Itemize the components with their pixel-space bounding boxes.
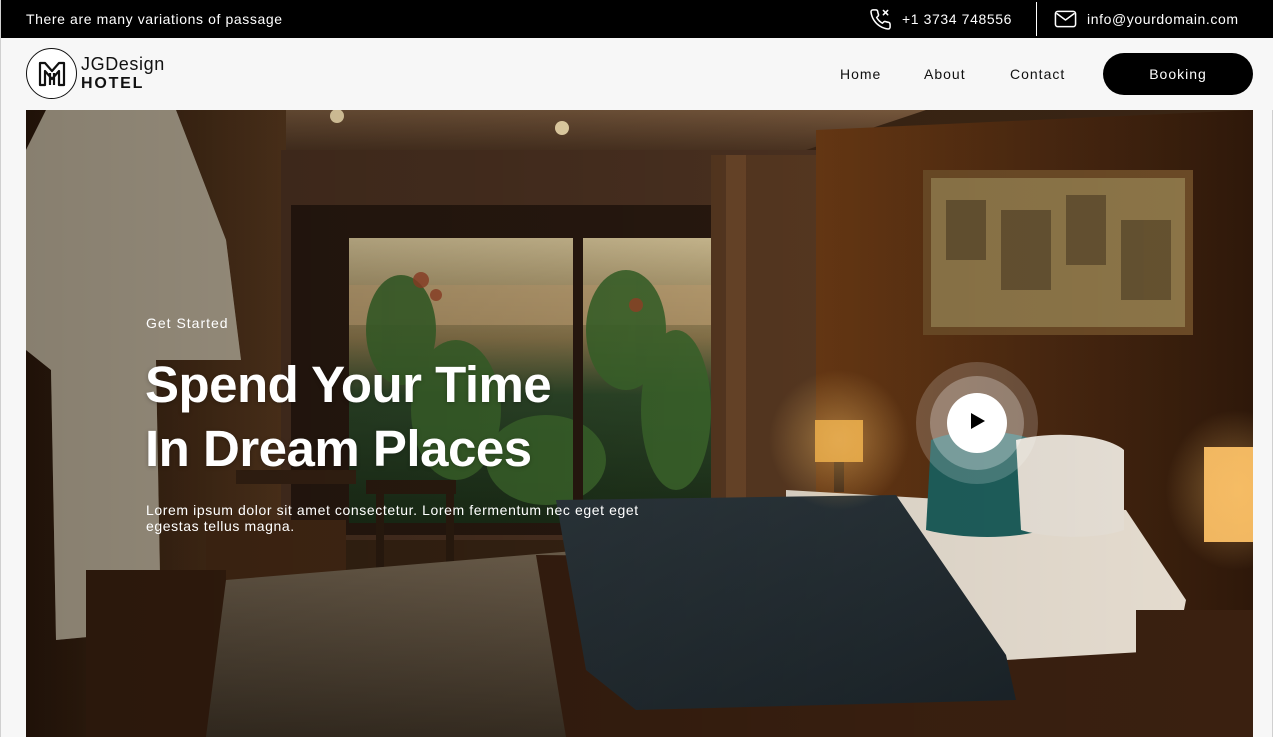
booking-button[interactable]: Booking [1103, 53, 1253, 95]
hero-eyebrow: Get Started [146, 315, 229, 331]
page: There are many variations of passage +1 … [0, 0, 1273, 737]
play-video-button[interactable] [947, 393, 1007, 453]
play-icon [968, 412, 986, 435]
topbar-tagline: There are many variations of passage [26, 11, 283, 27]
topbar-phone-number: +1 3734 748556 [902, 11, 1013, 27]
topbar-phone-link[interactable]: +1 3734 748556 [869, 0, 1012, 38]
mail-icon [1054, 9, 1077, 29]
hero-title: Spend Your Time In Dream Places [145, 353, 705, 481]
nav-home[interactable]: Home [840, 66, 881, 82]
nav-contact[interactable]: Contact [1010, 66, 1065, 82]
hero-description: Lorem ipsum dolor sit amet consectetur. … [146, 502, 639, 534]
phone-icon [869, 8, 892, 31]
hm-monogram-icon [26, 48, 77, 99]
logo[interactable]: JGDesign HOTEL [26, 48, 165, 99]
logo-brand: JGDesign [81, 54, 165, 74]
topbar-divider [1036, 2, 1037, 36]
topbar-email-link[interactable]: info@yourdomain.com [1054, 0, 1239, 38]
hero-section: Get Started Spend Your Time In Dream Pla… [26, 110, 1253, 737]
site-header: JGDesign HOTEL Home About Contact Bookin… [1, 38, 1273, 110]
hero-title-line1: Spend Your Time [145, 356, 552, 413]
logo-subtitle: HOTEL [81, 75, 145, 92]
hero-title-line2: In Dream Places [145, 420, 532, 477]
nav-about[interactable]: About [924, 66, 966, 82]
top-bar: There are many variations of passage +1 … [1, 0, 1273, 38]
topbar-email-address: info@yourdomain.com [1087, 11, 1239, 27]
play-button-halo [930, 376, 1024, 470]
logo-text: JGDesign HOTEL [81, 55, 165, 92]
play-button-ring [916, 362, 1038, 484]
